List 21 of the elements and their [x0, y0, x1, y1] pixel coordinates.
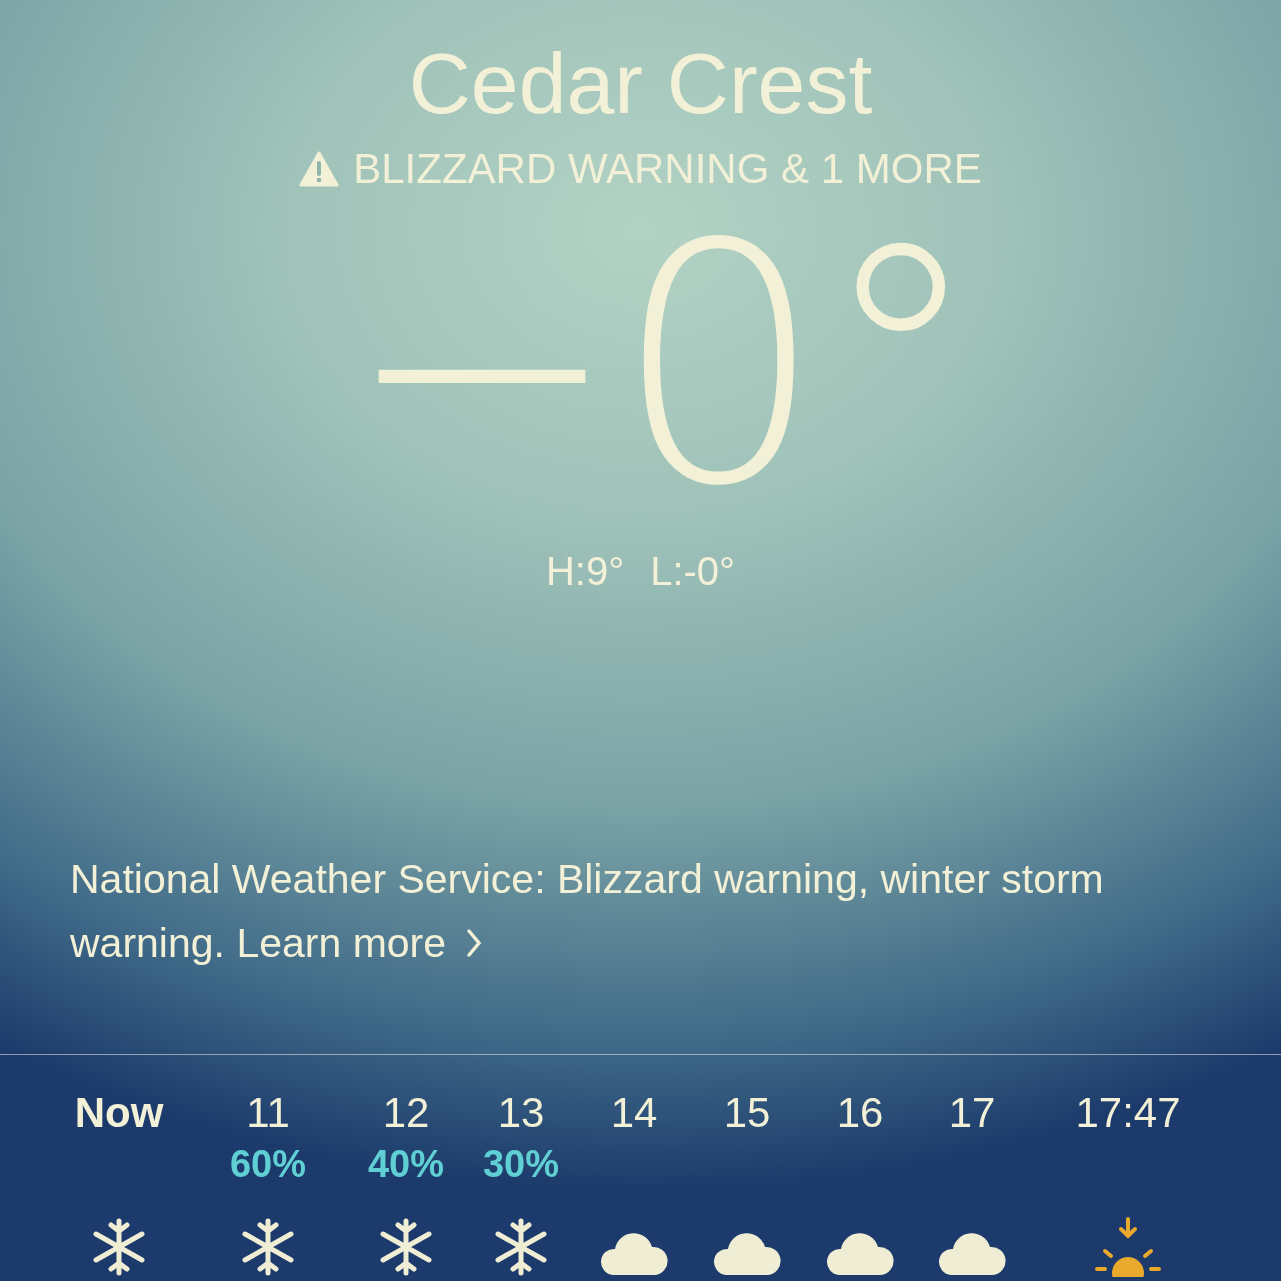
learn-more-link[interactable]: Learn more — [236, 910, 483, 975]
precipitation-chance: 30% — [482, 1143, 560, 1187]
hour-label: 16 — [836, 1089, 884, 1138]
hour-label: 17:47 — [1075, 1089, 1181, 1138]
precipitation-chance: 40% — [367, 1143, 445, 1187]
hour-label: 17 — [948, 1089, 996, 1138]
low-temperature: L:-0° — [650, 548, 736, 594]
hour-label: Now — [74, 1089, 164, 1138]
hour-label: 14 — [610, 1089, 658, 1138]
hour-label: 15 — [723, 1089, 771, 1138]
high-temperature: H:9° — [545, 548, 625, 594]
hour-label: 12 — [382, 1089, 430, 1138]
weather-alert-text: National Weather Service: Blizzard warning, winter storm warning. Learn more — [0, 846, 1281, 1055]
hour-label: 11 — [246, 1089, 290, 1138]
chevron-icon — [466, 927, 483, 958]
sunset-icon — [1093, 1217, 1163, 1277]
current-temperature: −0° — [342, 200, 978, 531]
hour-label: 13 — [497, 1089, 545, 1138]
precipitation-chance: 60% — [229, 1143, 307, 1187]
warning-icon — [299, 150, 340, 187]
location-title: Cedar Crest — [408, 36, 873, 131]
